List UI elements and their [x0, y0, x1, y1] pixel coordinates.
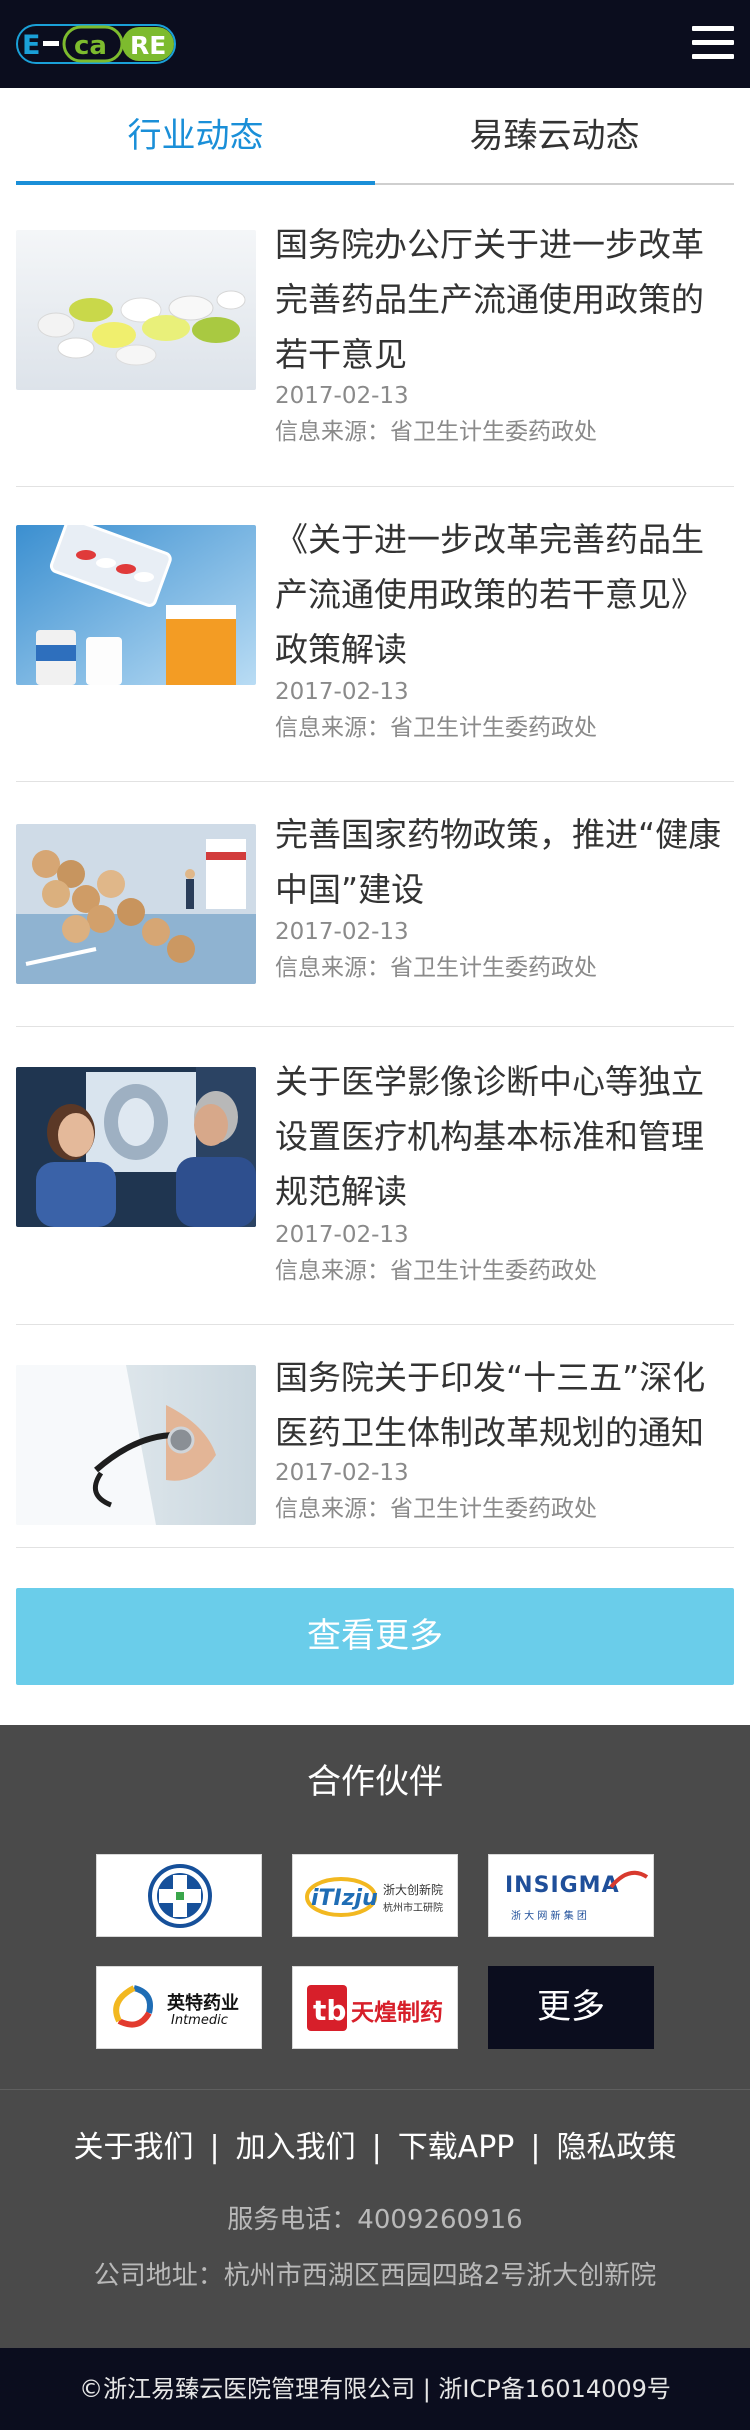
news-source: 信息来源：省卫生计生委药政处 — [275, 1496, 597, 1522]
partner-zju-name: 浙大创新院 — [383, 1883, 444, 1897]
footer-separator: | — [371, 2130, 382, 2165]
footer-address: 公司地址：杭州市西湖区西园四路2号浙大创新院 — [93, 2261, 657, 2291]
news-item[interactable]: 国务院关于印发“十三五”深化医药卫生体制改革规划的通知 2017-02-13 信… — [16, 1325, 734, 1548]
news-title[interactable]: 关于医学影像诊断中心等独立设置医疗机构基本标准和管理规范解读 — [275, 1054, 735, 1219]
partner-zju-research-logo[interactable]: iTIzju 浙大创新院 杭州市工研院 — [292, 1854, 458, 1937]
news-title[interactable]: 完善国家药物政策，推进“健康中国”建设 — [275, 807, 735, 917]
active-tab-underline — [16, 181, 375, 185]
tianhuang-mark-icon: tb — [307, 1985, 347, 2031]
news-date: 2017-02-13 — [275, 919, 409, 945]
yingte-swirl-icon — [113, 1985, 153, 2028]
partner-yingte-sub: Intmedic — [171, 2013, 228, 2028]
footer-link-privacy[interactable]: 隐私政策 — [557, 2130, 677, 2165]
footer-link-download-app[interactable]: 下载APP — [398, 2130, 515, 2165]
news-title[interactable]: 《关于进一步改革完善药品生产流通使用政策的若干意见》政策解读 — [275, 512, 735, 677]
top-header: E ca RE — [0, 0, 750, 88]
news-source: 信息来源：省卫生计生委药政处 — [275, 715, 597, 741]
copyright-bar: ©浙江易臻云医院管理有限公司 | 浙ICP备16014009号 — [0, 2348, 750, 2430]
partner-yingte-name: 英特药业 — [167, 1993, 239, 2014]
news-title[interactable]: 国务院办公厅关于进一步改革完善药品生产流通使用政策的若干意见 — [275, 217, 735, 382]
tab-company-news[interactable]: 易臻云动态 — [375, 88, 734, 185]
svg-text:E: E — [22, 30, 40, 61]
hamburger-menu-icon[interactable] — [692, 26, 734, 60]
partners-title: 合作伙伴 — [307, 1762, 443, 1802]
news-date: 2017-02-13 — [275, 383, 409, 409]
partner-insigma-sub: 浙 大 网 新 集 团 — [511, 1911, 587, 1922]
partner-insigma-logo[interactable]: INSIGMA 浙 大 网 新 集 团 — [488, 1854, 654, 1937]
svg-text:RE: RE — [130, 31, 166, 60]
partner-tianhuang-pharma-logo[interactable]: tb 天煌制药 — [292, 1966, 458, 2049]
partner-yingte-pharma-logo[interactable]: 英特药业 Intmedic — [96, 1966, 262, 2049]
news-thumbnail-tablets[interactable] — [16, 824, 256, 984]
partner-tianhuang-name: 天煌制药 — [351, 2000, 443, 2026]
footer-links: 关于我们 | 加入我们 | 下载APP | 隐私政策 — [0, 2123, 750, 2173]
partners-more-button[interactable]: 更多 — [488, 1966, 654, 2049]
footer-divider — [0, 2089, 750, 2090]
svg-text:ca: ca — [74, 31, 107, 61]
partner-insigma-name: INSIGMA — [505, 1873, 620, 1898]
news-title[interactable]: 国务院关于印发“十三五”深化医药卫生体制改革规划的通知 — [275, 1350, 735, 1460]
footer-separator: | — [530, 2130, 541, 2165]
insigma-swoosh-icon — [609, 1870, 649, 1889]
news-item[interactable]: 《关于进一步改革完善药品生产流通使用政策的若干意见》政策解读 2017-02-1… — [16, 487, 734, 782]
ecare-logo[interactable]: E ca RE — [16, 22, 178, 66]
footer-phone: 服务电话：4009260916 — [227, 2205, 523, 2235]
footer-link-join[interactable]: 加入我们 — [236, 2130, 356, 2165]
news-thumbnail-xray-doctors[interactable] — [16, 1067, 256, 1227]
svg-text:tb: tb — [313, 1994, 346, 2027]
news-source: 信息来源：省卫生计生委药政处 — [275, 955, 597, 981]
footer-separator: | — [209, 2130, 220, 2165]
news-source: 信息来源：省卫生计生委药政处 — [275, 419, 597, 445]
news-date: 2017-02-13 — [275, 679, 409, 705]
news-tabs: 行业动态 易臻云动态 — [16, 88, 734, 185]
news-date: 2017-02-13 — [275, 1460, 409, 1486]
partner-zju-sub: 杭州市工研院 — [383, 1903, 443, 1914]
news-thumbnail-pills[interactable] — [16, 230, 256, 390]
svg-text:iTIzju: iTIzju — [311, 1886, 378, 1911]
news-source: 信息来源：省卫生计生委药政处 — [275, 1258, 597, 1284]
news-item[interactable]: 国务院办公厅关于进一步改革完善药品生产流通使用政策的若干意见 2017-02-1… — [16, 187, 734, 487]
news-item[interactable]: 关于医学影像诊断中心等独立设置医疗机构基本标准和管理规范解读 2017-02-1… — [16, 1027, 734, 1325]
partner-cross-emblem-logo[interactable] — [96, 1854, 262, 1937]
footer-link-about[interactable]: 关于我们 — [73, 2130, 193, 2165]
news-date: 2017-02-13 — [275, 1222, 409, 1248]
news-thumbnail-stethoscope[interactable] — [16, 1365, 256, 1525]
news-thumbnail-medicine-bottles[interactable] — [16, 525, 256, 685]
view-more-button[interactable]: 查看更多 — [16, 1588, 734, 1685]
footer: 合作伙伴 iTIzju 浙大创新院 杭州市工研院 INSIGMA 浙 大 网 新… — [0, 1725, 750, 2348]
news-item[interactable]: 完善国家药物政策，推进“健康中国”建设 2017-02-13 信息来源：省卫生计… — [16, 782, 734, 1027]
tab-industry-news[interactable]: 行业动态 — [16, 88, 375, 185]
